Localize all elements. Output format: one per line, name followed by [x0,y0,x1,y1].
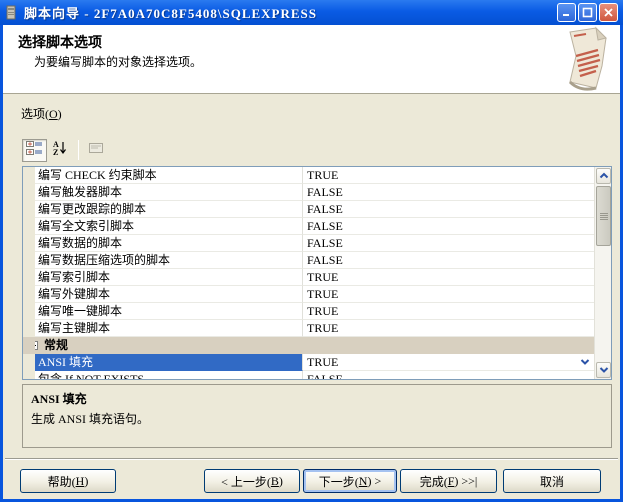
description-title: ANSI 填充 [31,390,603,407]
page-subtitle: 为要编写脚本的对象选择选项。 [34,53,202,70]
row-value[interactable]: TRUE [303,269,594,286]
chevron-down-icon [599,366,609,374]
row-value[interactable]: TRUE [303,320,594,337]
chevron-down-icon [580,358,590,366]
categorized-view-button[interactable] [22,139,47,162]
row-value[interactable]: FALSE [303,235,594,252]
scroll-up-button[interactable] [596,168,611,184]
back-button[interactable]: < 上一步(B) [204,469,300,493]
partial-row[interactable]: 包含 If NOT EXISTS FALSE [23,371,594,379]
options-label: 选项(O) [21,105,62,122]
row-value[interactable]: FALSE [303,201,594,218]
maximize-button[interactable] [578,3,597,22]
table-row[interactable]: 编写唯一键脚本TRUE [23,303,594,320]
row-value[interactable]: FALSE [303,252,594,269]
row-name[interactable]: 编写全文索引脚本 [35,218,303,235]
row-name[interactable]: 编写数据压缩选项的脚本 [35,252,303,269]
table-row[interactable]: 编写触发器脚本FALSE [23,184,594,201]
property-description-panel: ANSI 填充 生成 ANSI 填充语句。 [22,384,612,448]
script-watermark-icon [556,26,614,96]
property-pages-button [83,139,108,162]
partial-row-name[interactable]: 包含 If NOT EXISTS [35,371,303,379]
table-row[interactable]: 编写外键脚本TRUE [23,286,594,303]
categorized-icon [26,141,43,160]
selected-row-name[interactable]: ANSI 填充 [35,354,303,371]
wizard-header: 选择脚本选项 为要编写脚本的对象选择选项。 [3,25,620,94]
chevron-up-icon [599,172,609,180]
selected-row[interactable]: ANSI 填充 TRUE [23,354,594,371]
row-name[interactable]: 编写 CHECK 约束脚本 [35,167,303,184]
table-row[interactable]: 编写数据压缩选项的脚本FALSE [23,252,594,269]
table-row[interactable]: 编写索引脚本TRUE [23,269,594,286]
table-row[interactable]: 编写更改跟踪的脚本FALSE [23,201,594,218]
partial-row-value[interactable]: FALSE [303,371,594,379]
page-title: 选择脚本选项 [18,32,102,52]
table-row[interactable]: 编写 CHECK 约束脚本TRUE [23,167,594,184]
close-button[interactable] [599,3,618,22]
description-text: 生成 ANSI 填充语句。 [31,410,603,427]
selected-row-value: TRUE [307,355,338,369]
window-title: 脚本向导 - 2F7A0A70C8F5408\SQLEXPRESS [24,3,555,22]
row-value[interactable]: FALSE [303,184,594,201]
scroll-down-button[interactable] [596,362,611,378]
help-button[interactable]: 帮助(H) [20,469,116,493]
alphabetical-sort-button[interactable]: A Z [47,139,72,162]
vertical-scrollbar[interactable] [594,167,611,379]
az-sort-icon: A Z [52,140,68,160]
separator-line [5,458,618,460]
script-wizard-dialog: 脚本向导 - 2F7A0A70C8F5408\SQLEXPRESS 选择脚本选项… [0,0,623,502]
cancel-button[interactable]: 取消 [503,469,601,493]
row-name[interactable]: 编写主键脚本 [35,320,303,337]
table-row[interactable]: 编写数据的脚本FALSE [23,235,594,252]
grid-rows: 编写 CHECK 约束脚本TRUE编写触发器脚本FALSE编写更改跟踪的脚本FA… [23,167,594,337]
titlebar[interactable]: 脚本向导 - 2F7A0A70C8F5408\SQLEXPRESS [0,0,623,25]
svg-text:Z: Z [53,148,58,156]
grid-viewport: 编写 CHECK 约束脚本TRUE编写触发器脚本FALSE编写更改跟踪的脚本FA… [23,167,594,379]
value-dropdown-button[interactable] [577,355,593,369]
script-options-grid: 编写 CHECK 约束脚本TRUE编写触发器脚本FALSE编写更改跟踪的脚本FA… [22,166,612,380]
grid-toolbar: A Z [22,138,108,162]
row-value[interactable]: TRUE [303,167,594,184]
next-button[interactable]: 下一步(N) > [303,469,397,493]
row-name[interactable]: 编写数据的脚本 [35,235,303,252]
collapse-icon[interactable] [35,341,38,350]
row-name[interactable]: 编写索引脚本 [35,269,303,286]
app-icon [5,5,19,21]
scrollbar-thumb[interactable] [596,186,611,246]
row-name[interactable]: 编写更改跟踪的脚本 [35,201,303,218]
category-label: 常规 [44,337,68,353]
property-pages-icon [88,141,104,159]
toolbar-separator [78,140,79,160]
row-value[interactable]: FALSE [303,218,594,235]
finish-button[interactable]: 完成(F) >>| [400,469,497,493]
row-value[interactable]: TRUE [303,286,594,303]
table-row[interactable]: 编写主键脚本TRUE [23,320,594,337]
row-name[interactable]: 编写唯一键脚本 [35,303,303,320]
minimize-button[interactable] [557,3,576,22]
category-row[interactable]: 常规 [23,337,594,354]
table-row[interactable]: 编写全文索引脚本FALSE [23,218,594,235]
row-value[interactable]: TRUE [303,303,594,320]
row-name[interactable]: 编写触发器脚本 [35,184,303,201]
row-name[interactable]: 编写外键脚本 [35,286,303,303]
